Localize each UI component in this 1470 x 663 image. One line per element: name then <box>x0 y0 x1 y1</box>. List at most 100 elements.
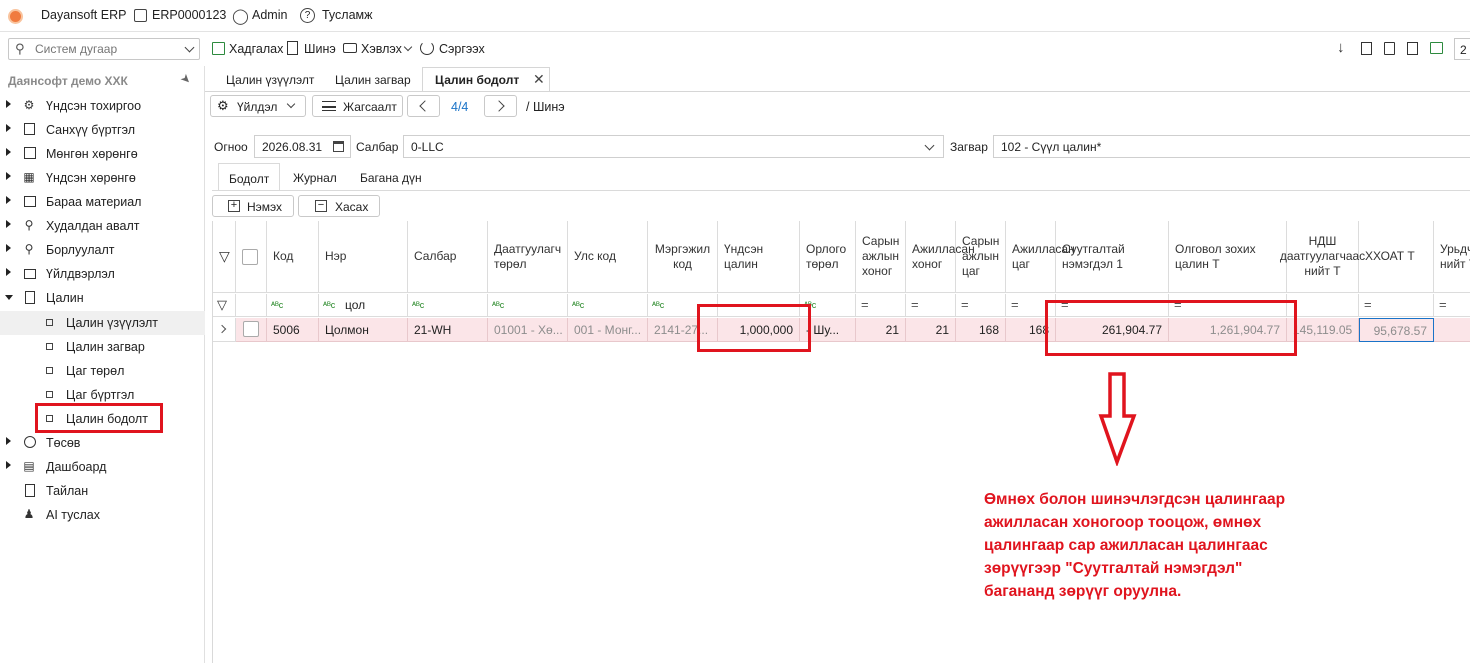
expand-arrow-icon[interactable] <box>6 148 11 156</box>
column-header[interactable]: Сарын ажлын цаг <box>956 221 1006 293</box>
sidebar-item-report[interactable]: Тайлан <box>0 479 205 503</box>
close-icon[interactable]: ✕ <box>533 71 545 88</box>
document-code[interactable]: ERP0000123 <box>152 8 226 22</box>
expand-arrow-icon[interactable] <box>6 244 11 252</box>
cell-insured-type[interactable]: 01001 - Хө... <box>488 318 568 342</box>
operation-button[interactable]: ⚙ Үйлдэл <box>210 95 306 117</box>
subtab-journal[interactable]: Журнал <box>293 171 337 185</box>
filter-cell-country[interactable]: ᴬᴮc <box>568 294 648 317</box>
column-header[interactable]: Урьдчилгаа нийт Т <box>1434 221 1470 293</box>
cell-advance[interactable] <box>1434 318 1470 342</box>
column-header[interactable]: Салбар <box>408 221 488 293</box>
copy-icon[interactable] <box>1361 42 1372 55</box>
cell-income-tax[interactable]: 95,678.57 <box>1359 318 1434 342</box>
cell-code[interactable]: 5006 <box>267 318 319 342</box>
user-name[interactable]: Admin <box>252 8 287 22</box>
date-field[interactable]: 2026.08.31 <box>254 135 351 158</box>
column-header[interactable]: Мэргэжил код <box>648 221 718 293</box>
sidebar-item-cash[interactable]: Мөнгөн хөрөнгө <box>0 142 205 166</box>
filter-cell-numeric[interactable]: = <box>1359 294 1434 317</box>
column-header[interactable]: Суутгалтай нэмэгдэл 1 <box>1056 221 1169 293</box>
column-header[interactable]: Ажилласан цаг <box>1006 221 1075 293</box>
pin-icon[interactable]: ➤ <box>178 70 195 87</box>
sidebar-item-payroll[interactable]: Цалин <box>0 286 205 310</box>
sidebar-item-payroll-template[interactable]: Цалин загвар <box>0 335 205 359</box>
download-icon[interactable]: ↓ <box>1337 39 1345 56</box>
calendar-icon[interactable] <box>333 141 344 152</box>
column-header[interactable]: Ажилласан хоног <box>906 221 975 293</box>
print-chevron-down-icon[interactable] <box>403 42 413 52</box>
subtab-column-totals[interactable]: Багана дүн <box>360 171 422 185</box>
filter-cell-numeric[interactable]: = <box>1434 294 1470 317</box>
expand-arrow-icon[interactable] <box>6 220 11 228</box>
cell-name[interactable]: Цолмон <box>319 318 408 342</box>
clipboard-icon[interactable] <box>1384 42 1395 55</box>
filter-cell-code[interactable]: ᴬᴮc <box>267 294 319 317</box>
sidebar-item-inventory[interactable]: Бараа материал <box>0 190 205 214</box>
filter-toggle-header[interactable]: ▽ <box>213 221 236 293</box>
filter-icon[interactable]: ▽ <box>217 297 227 313</box>
tab-payroll-template[interactable]: Цалин загвар <box>335 68 411 92</box>
column-header[interactable]: Код <box>267 221 319 293</box>
sidebar-item-production[interactable]: Үйлдвэрлэл <box>0 262 205 286</box>
template-select[interactable]: 102 - Сүүл цалин* <box>993 135 1470 158</box>
column-header[interactable]: Даатгуулагч төрөл <box>488 221 568 293</box>
prev-page-button[interactable] <box>407 95 440 117</box>
tab-payroll-calculation[interactable]: Цалин бодолт ✕ <box>422 67 550 92</box>
page-size-field[interactable]: 2 <box>1454 38 1470 60</box>
expand-arrow-icon[interactable] <box>6 172 11 180</box>
column-header[interactable]: Нэр <box>319 221 408 293</box>
cell-branch[interactable]: 21-WH <box>408 318 488 342</box>
filter-cell-name[interactable]: ᴬᴮc цол <box>319 294 408 317</box>
sidebar-item-dashboard[interactable]: ▤ Дашбоард <box>0 455 205 479</box>
subtab-calculation[interactable]: Бодолт <box>218 163 280 191</box>
refresh-button[interactable]: Сэргээх <box>439 42 485 56</box>
delete-row-button[interactable]: − Хасах <box>298 195 380 217</box>
system-number-search[interactable]: ⚲ <box>8 38 200 60</box>
next-page-button[interactable] <box>484 95 517 117</box>
expand-arrow-icon[interactable] <box>6 461 11 469</box>
expand-arrow-icon[interactable] <box>6 268 11 276</box>
print-button[interactable]: Хэвлэх <box>361 42 402 56</box>
sidebar-item-general-settings[interactable]: ⚙ Үндсэн тохиргоо <box>0 94 205 118</box>
column-header[interactable]: Үндсэн цалин <box>718 221 800 293</box>
search-input[interactable] <box>35 41 185 57</box>
sidebar-item-finance[interactable]: Санхүү бүртгэл <box>0 118 205 142</box>
app-name[interactable]: Dayansoft ERP <box>41 8 126 22</box>
tab-payroll-indicator[interactable]: Цалин үзүүлэлт <box>226 68 314 92</box>
sidebar-item-payroll-indicator[interactable]: Цалин үзүүлэлт <box>0 311 205 335</box>
branch-select[interactable]: 0-LLC <box>403 135 944 158</box>
expand-arrow-icon[interactable] <box>6 100 11 108</box>
cell-month-work-days[interactable]: 21 <box>856 318 906 342</box>
new-button[interactable]: Шинэ <box>304 42 336 56</box>
sidebar-item-purchase[interactable]: ⚲ Худалдан авалт <box>0 214 205 238</box>
column-header[interactable]: НДШ даатгуулагчаас нийт Т <box>1280 221 1365 293</box>
sidebar-item-sales[interactable]: ⚲ Борлуулалт <box>0 238 205 262</box>
filter-icon[interactable]: ▽ <box>219 249 230 264</box>
column-header[interactable]: Сарын ажлын хоног <box>856 221 906 293</box>
save-button[interactable]: Хадгалах <box>229 42 283 56</box>
column-header[interactable]: Олговол зохих цалин Т <box>1169 221 1287 293</box>
excel-icon[interactable] <box>1430 42 1443 54</box>
filter-cell-numeric[interactable]: = <box>856 294 906 317</box>
help-link[interactable]: Тусламж <box>322 8 373 22</box>
cell-worked-days[interactable]: 21 <box>906 318 956 342</box>
filter-cell-insured-type[interactable]: ᴬᴮc <box>488 294 568 317</box>
chevron-right-icon[interactable] <box>217 324 227 334</box>
select-all-checkbox[interactable] <box>242 248 258 265</box>
select-all-header[interactable] <box>236 221 267 293</box>
column-header[interactable]: Орлого төрөл <box>800 221 856 293</box>
filter-cell-numeric[interactable] <box>1287 294 1359 317</box>
row-checkbox-cell[interactable] <box>236 318 267 342</box>
sidebar-item-budget[interactable]: Төсөв <box>0 431 205 455</box>
paste-icon[interactable] <box>1407 42 1418 55</box>
row-expand-cell[interactable] <box>213 318 236 342</box>
sidebar-item-fixed-assets[interactable]: ▦ Үндсэн хөрөнгө <box>0 166 205 190</box>
filter-cell-numeric[interactable]: = <box>956 294 1006 317</box>
filter-cell-numeric[interactable]: = <box>906 294 956 317</box>
add-row-button[interactable]: + Нэмэх <box>212 195 294 217</box>
chevron-down-icon[interactable] <box>184 42 195 53</box>
sidebar-item-time-type[interactable]: Цаг төрөл <box>0 359 205 383</box>
cell-month-work-hours[interactable]: 168 <box>956 318 1006 342</box>
row-checkbox[interactable] <box>243 321 259 337</box>
